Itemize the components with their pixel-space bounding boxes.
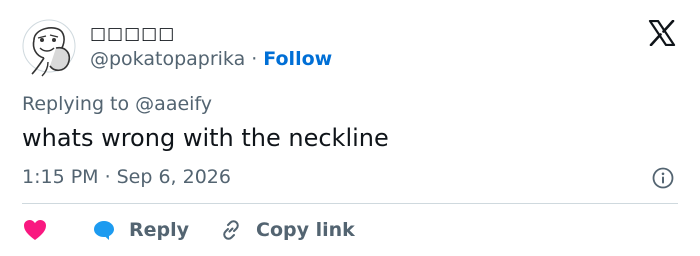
reply-bubble-icon	[94, 221, 114, 240]
copy-link-button[interactable]: Copy link	[219, 218, 355, 242]
tweet-text: whats wrong with the neckline	[22, 124, 389, 152]
heart-icon[interactable]	[22, 218, 48, 242]
author-handle-row: @pokatopaprika · Follow	[90, 48, 332, 70]
replying-to-handle[interactable]: @aaeify	[135, 93, 212, 115]
copy-link-label: Copy link	[256, 219, 355, 241]
author-handle[interactable]: @pokatopaprika	[90, 48, 245, 70]
x-logo-icon[interactable]	[648, 20, 676, 46]
tweet-card: □□□□□ @pokatopaprika · Follow Replying to …	[0, 0, 700, 256]
divider	[22, 203, 678, 204]
link-icon	[223, 220, 239, 240]
replying-prefix: Replying to	[22, 93, 130, 115]
info-icon[interactable]	[652, 167, 674, 189]
tweet-timestamp[interactable]: 1:15 PM · Sep 6, 2026	[22, 166, 231, 188]
action-bar: Reply Copy link	[22, 214, 355, 246]
reply-button[interactable]: Reply	[92, 218, 189, 242]
meta-separator-dot: ·	[104, 166, 111, 188]
reply-label: Reply	[129, 219, 190, 241]
replying-to-line: Replying to @aaeify	[22, 93, 212, 115]
follow-button[interactable]: Follow	[263, 48, 332, 70]
avatar[interactable]	[22, 18, 78, 78]
tweet-time[interactable]: 1:15 PM	[22, 166, 99, 188]
author-name[interactable]: □□□□□	[90, 24, 175, 44]
separator-dot: ·	[251, 48, 258, 70]
tweet-date[interactable]: Sep 6, 2026	[117, 166, 231, 188]
